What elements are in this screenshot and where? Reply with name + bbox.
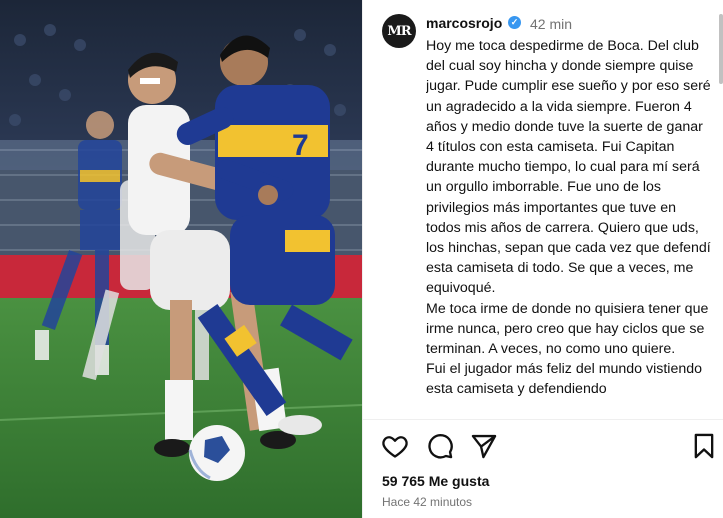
action-bar — [363, 432, 723, 464]
caption-paragraph: Hoy me toca despedirme de Boca. Del club… — [426, 38, 711, 297]
football — [188, 425, 245, 481]
post-sidebar: MR marcosrojo ✓ 42 min Hoy me toca despe… — [362, 0, 723, 518]
caption-paragraph: Me toca irme de donde no quisiera tener … — [426, 300, 709, 358]
post-media[interactable]: 7 — [0, 0, 362, 518]
jersey-number: 7 — [292, 129, 309, 162]
divider — [363, 419, 723, 420]
caption: Hoy me toca despedirme de Boca. Del club… — [426, 36, 712, 418]
username-link[interactable]: marcosrojo — [426, 15, 502, 31]
post-timestamp[interactable]: Hace 42 minutos — [382, 495, 472, 509]
heart-icon[interactable] — [381, 432, 409, 460]
post-time[interactable]: 42 min — [530, 16, 572, 32]
instagram-post: 7 MR marcosrojo ✓ 42 min Hoy me toca des… — [0, 0, 723, 518]
caption-scrollbar[interactable] — [719, 14, 723, 84]
avatar[interactable]: MR — [382, 14, 416, 48]
match-photo: 7 — [0, 0, 362, 518]
share-icon[interactable] — [470, 432, 498, 460]
caption-paragraph: Fui el jugador más feliz del mundo visti… — [426, 361, 703, 398]
comment-icon[interactable] — [426, 432, 454, 460]
likes-count[interactable]: 59 765 Me gusta — [382, 473, 489, 489]
verified-icon: ✓ — [508, 16, 521, 29]
bookmark-icon[interactable] — [690, 432, 718, 460]
